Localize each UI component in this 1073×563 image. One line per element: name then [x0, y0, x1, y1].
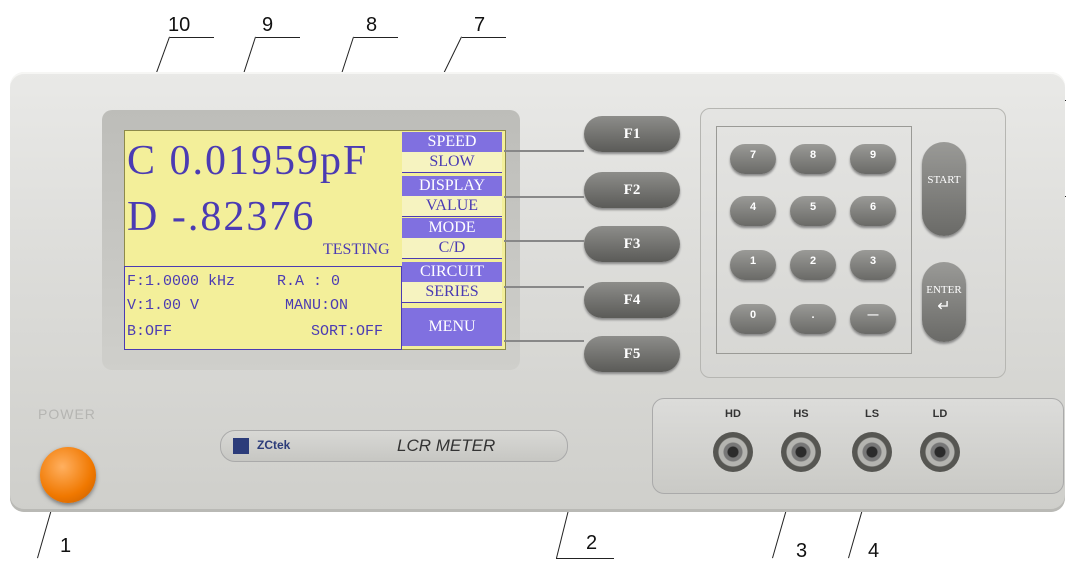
- power-button[interactable]: [40, 447, 96, 503]
- manual-setting: MANU:ON: [285, 297, 349, 314]
- terminal-hs[interactable]: [781, 432, 821, 472]
- menu-circuit-value: SERIES: [402, 282, 502, 303]
- f2-connector: [504, 196, 584, 198]
- terminal-ld-label: LD: [932, 408, 948, 420]
- key-6[interactable]: 6: [850, 196, 896, 226]
- f4-connector: [504, 286, 584, 288]
- terminal-hd[interactable]: [713, 432, 753, 472]
- key-9-label: 9: [869, 149, 877, 161]
- terminal-ld[interactable]: [920, 432, 960, 472]
- primary-reading: C 0.01959pF: [127, 138, 369, 184]
- key-3[interactable]: 3: [850, 250, 896, 280]
- start-label: START: [927, 174, 961, 186]
- callout-10: 10: [168, 14, 191, 36]
- f3-button[interactable]: F3: [584, 226, 680, 262]
- power-label: POWER: [38, 406, 96, 422]
- f5-connector: [504, 340, 584, 342]
- key-decimal-label: .: [811, 309, 815, 321]
- key-0[interactable]: 0: [730, 304, 776, 334]
- f2-button[interactable]: F2: [584, 172, 680, 208]
- key-2[interactable]: 2: [790, 250, 836, 280]
- callout-1: 1: [60, 535, 72, 557]
- f5-button[interactable]: F5: [584, 336, 680, 372]
- range-setting: R.A : 0: [277, 273, 341, 290]
- terminal-ls-label: LS: [864, 408, 880, 420]
- key-1[interactable]: 1: [730, 250, 776, 280]
- key-8[interactable]: 8: [790, 144, 836, 174]
- enter-arrow-icon: ↵: [937, 298, 951, 315]
- terminal-hs-label: HS: [793, 408, 809, 420]
- menu-mode-value: C/D: [402, 238, 502, 259]
- bias-setting: B:OFF: [127, 323, 173, 340]
- key-9[interactable]: 9: [850, 144, 896, 174]
- key-decimal[interactable]: .: [790, 304, 836, 334]
- menu-mode-label: MODE: [402, 218, 502, 238]
- terminal-ls[interactable]: [852, 432, 892, 472]
- brand-logo-icon: [233, 438, 249, 454]
- model-name: LCR METER: [397, 436, 496, 455]
- f3-connector: [504, 240, 584, 242]
- callout-9-underline: [256, 37, 300, 38]
- parameter-panel: F:1.0000 kHz R.A : 0 V:1.00 V MANU:ON B:…: [124, 266, 402, 350]
- softkey-menu: SPEED SLOW DISPLAY VALUE MODE C/D CIRCUI…: [400, 130, 504, 348]
- key-0-label: 0: [749, 309, 757, 321]
- key-1-label: 1: [749, 255, 757, 267]
- key-7[interactable]: 7: [730, 144, 776, 174]
- menu-speed-label: SPEED: [402, 132, 502, 152]
- sort-setting: SORT:OFF: [311, 323, 384, 340]
- callout-8-underline: [354, 37, 398, 38]
- start-button[interactable]: START: [922, 142, 966, 236]
- menu-display-label: DISPLAY: [402, 176, 502, 196]
- callout-2-underline: [556, 558, 614, 559]
- callout-2: 2: [586, 532, 598, 554]
- brand-name: ZCtek: [257, 438, 291, 452]
- voltage-setting: V:1.00 V: [127, 297, 200, 314]
- key-2-label: 2: [809, 255, 817, 267]
- callout-3: 3: [796, 540, 808, 562]
- callout-7-underline: [462, 37, 506, 38]
- secondary-reading: D -.82376: [127, 194, 316, 240]
- callout-10-underline: [170, 37, 214, 38]
- f1-button[interactable]: F1: [584, 116, 680, 152]
- frequency-setting: F:1.0000 kHz: [127, 273, 236, 290]
- key-5[interactable]: 5: [790, 196, 836, 226]
- menu-display-value: VALUE: [402, 196, 502, 217]
- callout-7: 7: [474, 14, 486, 36]
- menu-circuit-label: CIRCUIT: [402, 262, 502, 282]
- status-text: TESTING: [323, 241, 390, 258]
- terminal-hd-label: HD: [725, 408, 741, 420]
- key-6-label: 6: [869, 201, 877, 213]
- nameplate: ZCtek LCR METER: [220, 430, 568, 462]
- callout-8: 8: [366, 14, 378, 36]
- f4-button[interactable]: F4: [584, 282, 680, 318]
- key-4-label: 4: [749, 201, 757, 213]
- key-8-label: 8: [809, 149, 817, 161]
- menu-main-label: MENU: [402, 308, 502, 346]
- f1-connector: [504, 150, 584, 152]
- enter-button[interactable]: ENTER ↵: [922, 262, 966, 342]
- key-7-label: 7: [749, 149, 757, 161]
- callout-4: 4: [868, 540, 880, 562]
- key-3-label: 3: [869, 255, 877, 267]
- callout-9: 9: [262, 14, 274, 36]
- menu-speed-value: SLOW: [402, 152, 502, 173]
- key-minus[interactable]: —: [850, 304, 896, 334]
- key-minus-label: —: [867, 309, 879, 321]
- key-4[interactable]: 4: [730, 196, 776, 226]
- key-5-label: 5: [809, 201, 817, 213]
- enter-label: ENTER: [926, 284, 962, 296]
